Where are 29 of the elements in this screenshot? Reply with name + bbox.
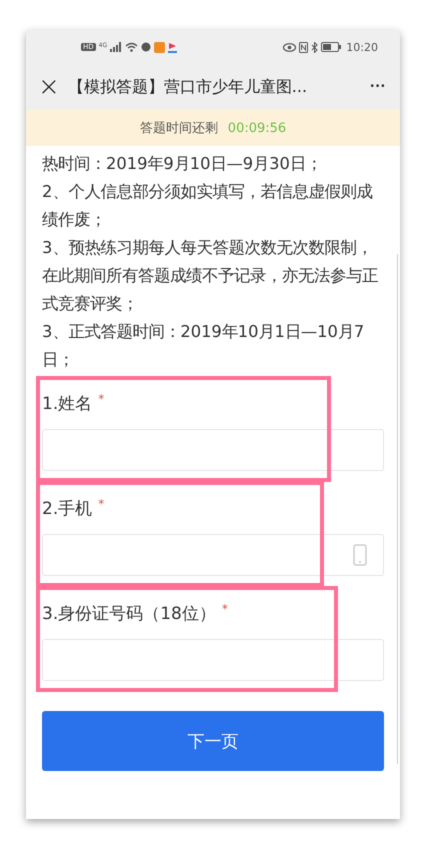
app-icon: [154, 42, 166, 52]
next-page-button[interactable]: 下一页: [42, 711, 384, 771]
clock-time: 10:20: [346, 40, 378, 54]
question-label: 1.姓名: [42, 393, 92, 415]
instruction-text: 3、预热练习期每人每天答题次数无次数限制，在此期间所有答题成绩不予记录，亦无法参与正式竞赛评奖；: [42, 237, 379, 315]
required-mark: *: [222, 602, 228, 616]
page-title: 【模拟答题】营口市少年儿童图...: [68, 76, 308, 98]
app-icon: [168, 42, 178, 52]
signal-icon: [110, 42, 122, 52]
bluetooth-icon: [311, 42, 318, 52]
wifi-icon: [125, 42, 138, 52]
nfc-icon: [299, 42, 308, 52]
battery-icon: [321, 42, 342, 52]
more-button[interactable]: ···: [366, 78, 390, 96]
input-field[interactable]: [42, 429, 384, 471]
question-label: 2.手机: [42, 498, 92, 520]
input-field[interactable]: [42, 639, 384, 681]
phone-field[interactable]: [42, 534, 384, 576]
instruction-text: 热时间：2019年9月10日—9月30日；: [42, 153, 323, 175]
timer-value: 00:09:56: [228, 120, 286, 136]
timer-label: 答题时间还剩: [140, 120, 218, 137]
phone-icon: [353, 544, 367, 566]
instruction-text: 3、正式答题时间：2019年10月1日—10月7日；: [42, 321, 366, 371]
required-mark: *: [98, 392, 104, 406]
close-button[interactable]: ×: [36, 72, 68, 102]
question-label: 3.身份证号码（18位）: [42, 603, 216, 625]
eye-icon: [283, 42, 296, 52]
instruction-text: 2、个人信息部分须如实填写，若信息虚假则成绩作废；: [42, 181, 374, 231]
required-mark: *: [98, 497, 104, 511]
